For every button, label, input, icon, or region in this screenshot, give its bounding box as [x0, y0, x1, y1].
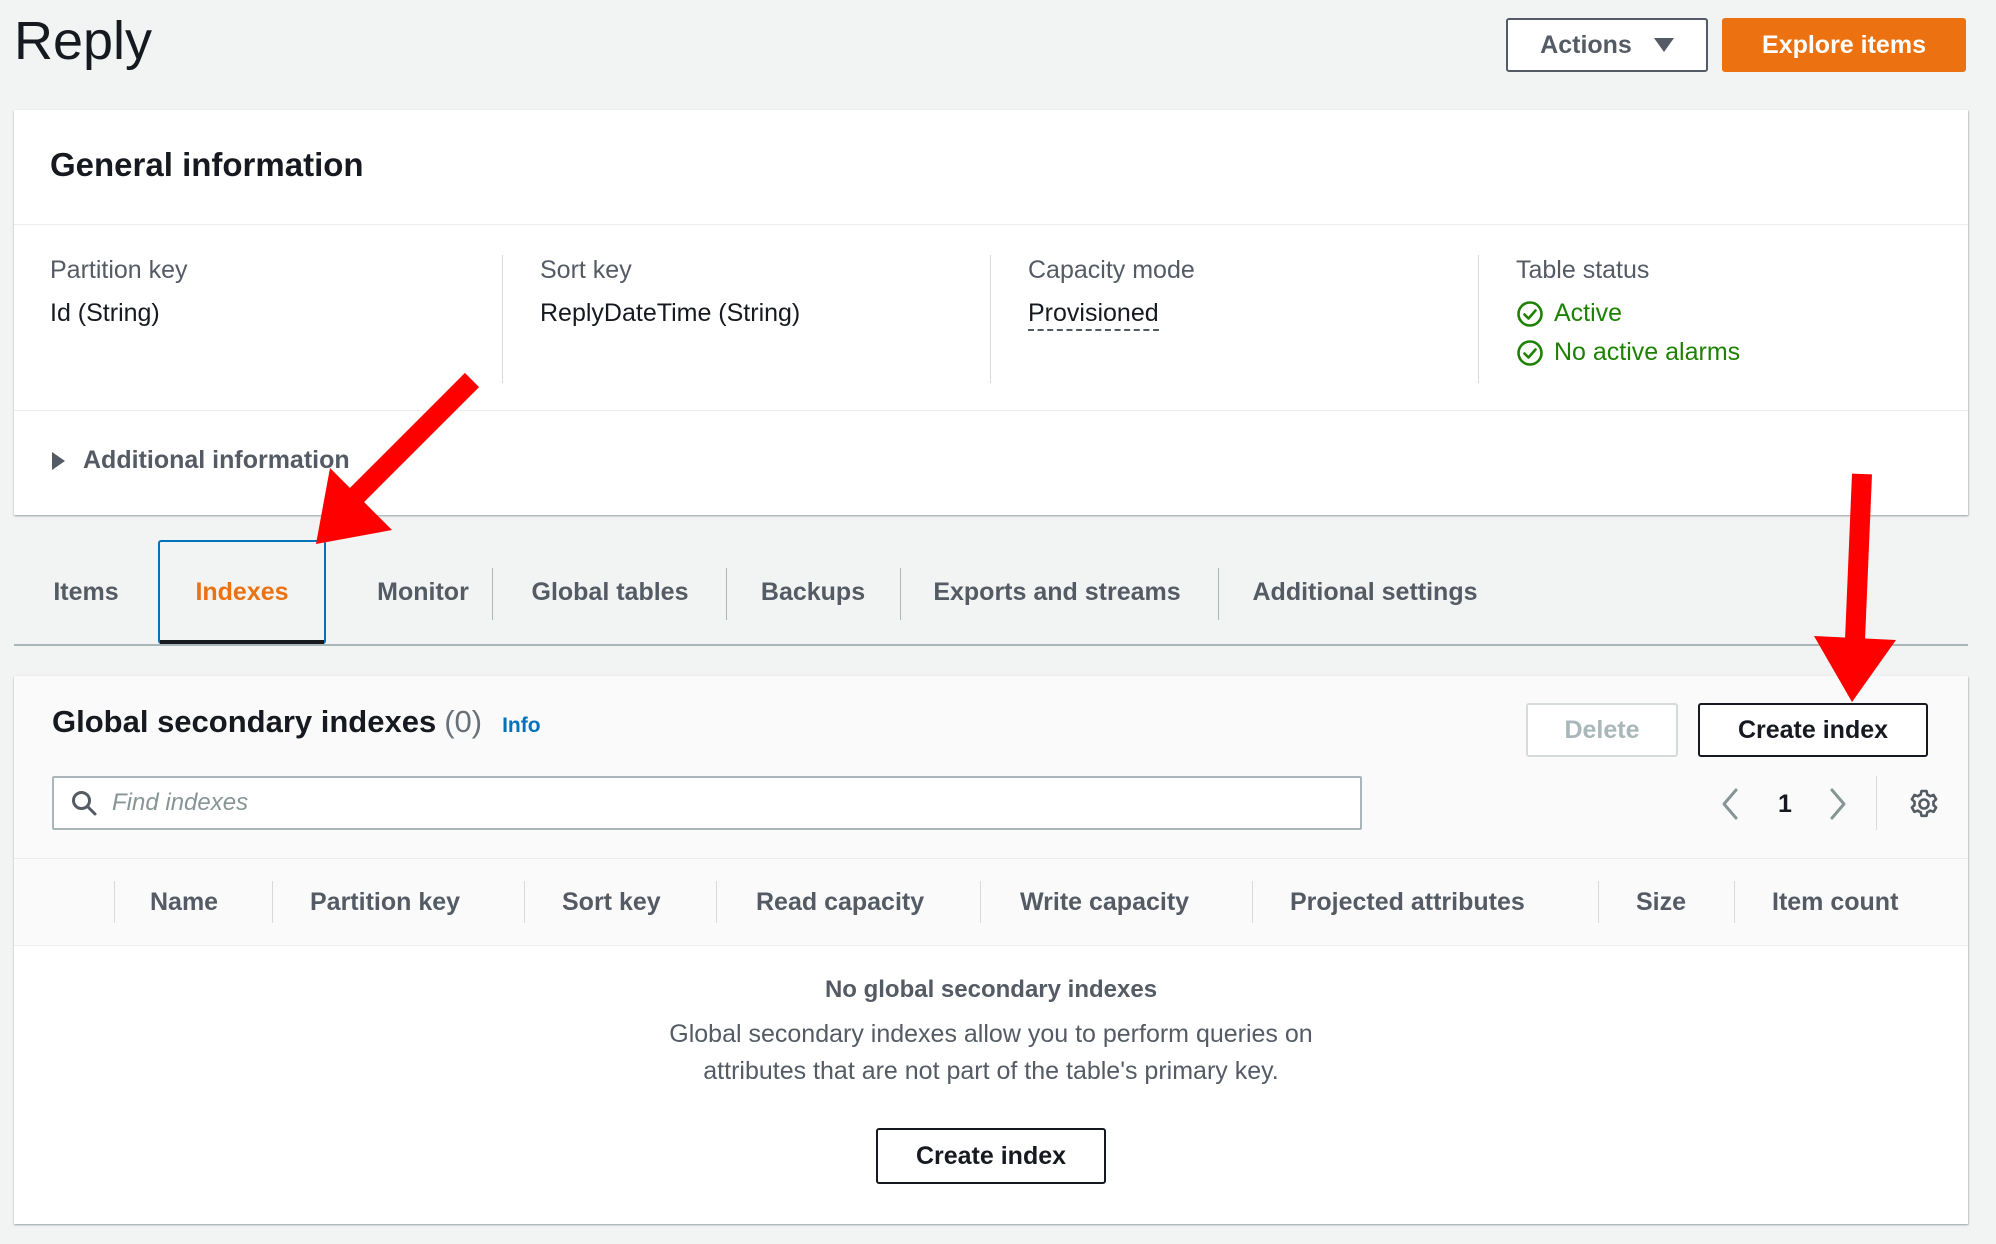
chevron-right-icon	[1830, 788, 1846, 820]
tab-indexes[interactable]: Indexes	[158, 540, 326, 644]
capacity-mode-label: Capacity mode	[1028, 256, 1195, 284]
actions-button-label: Actions	[1540, 30, 1632, 59]
gsi-heading: Global secondary indexes (0) Info	[52, 704, 541, 740]
actions-button[interactable]: Actions	[1506, 18, 1708, 72]
search-input[interactable]	[112, 789, 1312, 817]
column-separator	[524, 881, 525, 923]
column-header[interactable]: Item count	[1772, 859, 1898, 945]
pager-separator	[1876, 776, 1877, 830]
column-separator	[272, 881, 273, 923]
additional-information-label: Additional information	[83, 446, 350, 474]
status-alarms: No active alarms	[1516, 338, 1740, 367]
column-separator	[1598, 881, 1599, 923]
column-header[interactable]: Size	[1636, 859, 1686, 945]
gear-icon	[1910, 789, 1938, 818]
check-circle-icon	[1517, 339, 1543, 366]
status-alarms-text: No active alarms	[1554, 338, 1741, 366]
table-status-label: Table status	[1516, 256, 1650, 284]
sort-key-field: Sort key ReplyDateTime (String)	[540, 256, 800, 328]
tab-monitor[interactable]: Monitor	[340, 540, 506, 644]
column-separator	[502, 255, 503, 383]
status-active-text: Active	[1554, 299, 1623, 327]
column-separator	[1734, 881, 1735, 923]
tab-backups[interactable]: Backups	[726, 540, 900, 644]
create-index-empty-button[interactable]: Create index	[876, 1128, 1106, 1184]
search-icon	[72, 791, 97, 816]
page-title: Reply	[14, 11, 153, 71]
gsi-count: (0)	[444, 704, 483, 739]
empty-state: No global secondary indexes Global secon…	[14, 976, 1968, 1090]
sort-key-label: Sort key	[540, 256, 632, 284]
column-separator	[716, 881, 717, 923]
divider	[14, 410, 1968, 411]
table-status-field: Table status Active No active alarms	[1516, 256, 1740, 377]
column-header[interactable]: Projected attributes	[1290, 859, 1525, 945]
empty-state-title: No global secondary indexes	[824, 976, 1158, 1003]
gsi-title: Global secondary indexes	[52, 704, 437, 739]
tab-global-tables[interactable]: Global tables	[492, 540, 728, 644]
capacity-mode-field: Capacity mode Provisioned	[1028, 256, 1195, 331]
column-header[interactable]: Sort key	[562, 859, 661, 945]
column-separator	[1478, 255, 1479, 383]
next-page-button[interactable]	[1818, 784, 1858, 824]
tab-exports-and-streams[interactable]: Exports and streams	[900, 540, 1214, 644]
tab-bar: Items Indexes Monitor Global tables Back…	[14, 540, 1968, 646]
column-separator	[1252, 881, 1253, 923]
column-header[interactable]: Partition key	[310, 859, 460, 945]
capacity-mode-value[interactable]: Provisioned	[1028, 299, 1159, 331]
partition-key-value: Id (String)	[50, 299, 160, 327]
explore-items-button[interactable]: Explore items	[1722, 18, 1966, 72]
page-number[interactable]: 1	[1768, 784, 1802, 824]
previous-page-button[interactable]	[1710, 784, 1750, 824]
partition-key-label: Partition key	[50, 256, 188, 284]
partition-key-field: Partition key Id (String)	[50, 256, 188, 328]
sort-key-value: ReplyDateTime (String)	[540, 299, 801, 327]
tab-items[interactable]: Items	[14, 540, 158, 644]
additional-information-toggle[interactable]: Additional information	[52, 446, 350, 475]
status-active: Active	[1516, 299, 1740, 328]
general-information-title: General information	[50, 146, 364, 183]
column-separator	[980, 881, 981, 923]
divider	[14, 224, 1968, 225]
column-separator	[114, 881, 115, 923]
column-header[interactable]: Read capacity	[756, 859, 924, 945]
delete-button[interactable]: Delete	[1526, 703, 1678, 757]
tab-additional-settings[interactable]: Additional settings	[1220, 540, 1510, 644]
general-information-panel: General information Partition key Id (St…	[14, 110, 1968, 515]
preferences-button[interactable]	[1904, 784, 1944, 824]
column-header[interactable]: Write capacity	[1020, 859, 1189, 945]
info-link[interactable]: Info	[502, 714, 540, 738]
column-separator	[990, 255, 991, 383]
global-secondary-indexes-panel: Global secondary indexes (0) Info Delete…	[14, 676, 1968, 1224]
search-field[interactable]	[52, 776, 1362, 830]
empty-state-description: Global secondary indexes allow you to pe…	[669, 1020, 1313, 1085]
column-header[interactable]: Name	[150, 859, 218, 945]
table-header: Name Partition key Sort key Read capacit…	[14, 858, 1968, 946]
caret-right-icon	[52, 451, 65, 470]
check-circle-icon	[1517, 300, 1543, 327]
caret-down-icon	[1653, 38, 1674, 52]
create-index-button[interactable]: Create index	[1698, 703, 1928, 757]
chevron-left-icon	[1722, 788, 1738, 820]
tab-separator	[1218, 568, 1219, 620]
